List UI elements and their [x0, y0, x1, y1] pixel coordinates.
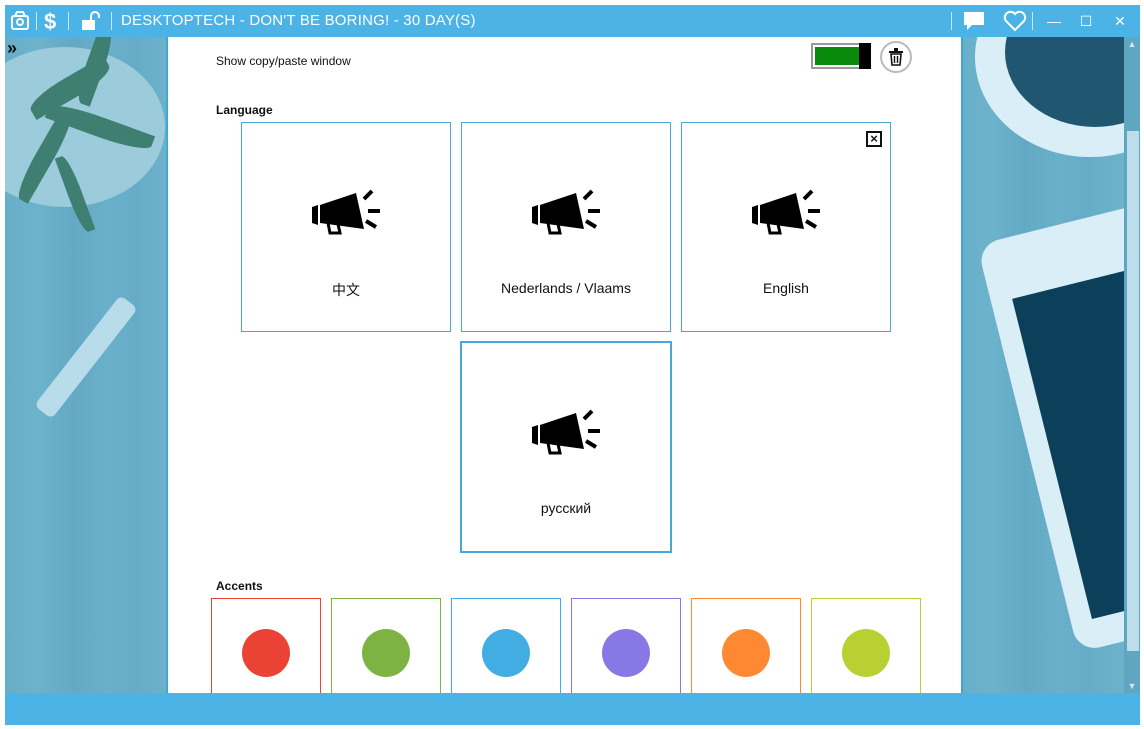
- scroll-thumb[interactable]: [1127, 131, 1139, 651]
- pen-shape: [34, 295, 138, 419]
- scroll-up-arrow-icon[interactable]: ▲: [1124, 37, 1140, 51]
- toggle-knob: [859, 43, 871, 69]
- window-title: DESKTOPTECH - DON'T BE BORING! - 30 DAY(…: [121, 12, 476, 29]
- accent-swatch-red[interactable]: [211, 598, 321, 693]
- double-chevron-right-icon[interactable]: »: [7, 39, 27, 59]
- trash-icon: [889, 48, 903, 66]
- language-label: English: [763, 280, 809, 296]
- title-separator: [36, 12, 37, 30]
- chat-icon[interactable]: [961, 9, 987, 33]
- dollar-icon[interactable]: $: [38, 9, 64, 33]
- unlock-icon[interactable]: [77, 9, 103, 33]
- megaphone-icon: [532, 409, 600, 455]
- accent-color-dot: [362, 629, 410, 677]
- maximize-button[interactable]: ☐: [1069, 5, 1103, 37]
- copy-paste-label: Show copy/paste window: [216, 54, 351, 68]
- toggle-fill: [815, 47, 859, 65]
- bottom-bar: [5, 693, 1140, 725]
- language-label: Nederlands / Vlaams: [501, 280, 631, 296]
- accent-color-dot: [482, 629, 530, 677]
- title-separator: [111, 12, 112, 30]
- scroll-down-arrow-icon[interactable]: ▼: [1124, 679, 1140, 693]
- accent-swatch-blue[interactable]: [451, 598, 561, 693]
- close-button[interactable]: ✕: [1103, 5, 1137, 37]
- heart-icon[interactable]: [1002, 9, 1028, 33]
- title-separator: [1032, 12, 1033, 30]
- language-card-chinese[interactable]: 中文: [241, 122, 451, 332]
- megaphone-icon: [312, 189, 380, 235]
- title-separator: [951, 12, 952, 30]
- accent-swatch-orange[interactable]: [691, 598, 801, 693]
- accent-color-dot: [602, 629, 650, 677]
- svg-text:$: $: [44, 9, 56, 33]
- accent-swatch-lime[interactable]: [811, 598, 921, 693]
- accent-swatch-purple[interactable]: [571, 598, 681, 693]
- app-window: $ DESKTOPTECH - DON'T BE BORING! - 30 DA…: [5, 5, 1140, 725]
- copy-paste-toggle[interactable]: [811, 43, 871, 69]
- app-logo-icon[interactable]: [7, 9, 33, 33]
- settings-panel: Show copy/paste window Language 中文 Neder…: [166, 37, 963, 693]
- accents-heading: Accents: [216, 579, 263, 593]
- language-label: 中文: [332, 282, 360, 298]
- megaphone-icon: [752, 189, 820, 235]
- trash-button[interactable]: [880, 41, 912, 73]
- title-separator: [68, 12, 69, 30]
- language-label: русский: [540, 500, 592, 516]
- language-heading: Language: [216, 103, 273, 117]
- language-card-dutch[interactable]: Nederlands / Vlaams: [461, 122, 671, 332]
- accent-color-dot: [842, 629, 890, 677]
- accent-color-dot: [242, 629, 290, 677]
- language-card-english[interactable]: × English: [681, 122, 891, 332]
- vertical-scrollbar[interactable]: ▲ ▼: [1124, 37, 1140, 693]
- title-bar: $ DESKTOPTECH - DON'T BE BORING! - 30 DA…: [5, 5, 1140, 37]
- accent-swatch-green[interactable]: [331, 598, 441, 693]
- minimize-button[interactable]: —: [1037, 5, 1071, 37]
- accent-color-dot: [722, 629, 770, 677]
- remove-language-icon[interactable]: ×: [866, 131, 882, 147]
- megaphone-icon: [532, 189, 600, 235]
- language-card-russian[interactable]: русский: [461, 342, 671, 552]
